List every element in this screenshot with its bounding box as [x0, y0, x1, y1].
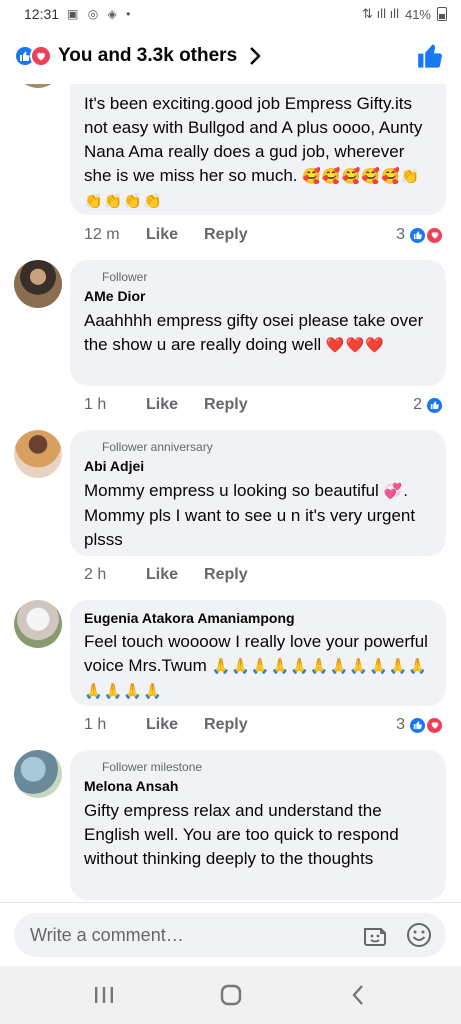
battery-icon	[437, 7, 447, 21]
reaction-icons	[14, 45, 52, 67]
comment-bubble[interactable]: It's been exciting.good job Empress Gift…	[70, 84, 446, 215]
reply-button[interactable]: Reply	[204, 566, 248, 584]
love-reaction-icon	[425, 225, 444, 245]
commenter-name[interactable]: Melona Ansah	[84, 778, 432, 794]
comment-actions: 12 m Like Reply 3	[84, 224, 444, 246]
status-bar: 12:31 ▣ ◎ ◈ • ⇅ ıll ıll 41%	[0, 0, 461, 28]
like-button[interactable]: Like	[146, 566, 178, 584]
love-reaction-icon	[30, 45, 52, 67]
recent-apps-icon[interactable]	[84, 975, 124, 1015]
reply-button[interactable]: Reply	[204, 396, 248, 414]
commenter-name[interactable]: AMe Dior	[84, 288, 432, 304]
reaction-count-value: 2	[413, 396, 422, 413]
sticker-icon[interactable]	[360, 920, 390, 950]
love-reaction-icon	[425, 715, 444, 735]
avatar[interactable]	[14, 430, 62, 478]
comment-bubble[interactable]: Follower AMe Dior Aaahhhh empress gifty …	[70, 260, 446, 386]
comment-emoji: 💞	[383, 483, 404, 500]
reaction-count[interactable]: 3	[396, 715, 444, 735]
comment-bubble[interactable]: Follower anniversary Abi Adjei Mommy emp…	[70, 430, 446, 556]
comment-actions: 1 h Like Reply 3	[84, 714, 444, 736]
comment-bubble[interactable]: Follower milestone Melona Ansah Gifty em…	[70, 750, 446, 900]
signal-icon: ⇅ ıll ıll	[362, 6, 399, 21]
reaction-count-value: 3	[396, 226, 405, 243]
comments-feed[interactable]: It's been exciting.good job Empress Gift…	[0, 84, 461, 902]
like-reaction-icon	[425, 395, 444, 415]
comment-time: 12 m	[84, 226, 120, 243]
system-nav-bar	[0, 966, 461, 1024]
comment-text: Gifty empress relax and understand the E…	[84, 801, 399, 868]
emoji-icon[interactable]	[404, 920, 434, 950]
notification-icons: ▣ ◎ ◈ •	[67, 7, 134, 21]
avatar[interactable]	[14, 84, 62, 88]
thumbs-up-icon[interactable]	[415, 40, 447, 72]
comment-time: 1 h	[84, 396, 107, 413]
reaction-count[interactable]: 2	[413, 395, 444, 415]
comment-emoji: ❤️❤️❤️	[325, 337, 385, 354]
like-button[interactable]: Like	[146, 716, 178, 734]
status-time: 12:31	[24, 6, 60, 22]
comment-bubble[interactable]: Eugenia Atakora Amaniampong Feel touch w…	[70, 600, 446, 706]
commenter-name[interactable]: Eugenia Atakora Amaniampong	[84, 610, 432, 626]
comment-actions: 1 h Like Reply 2	[84, 394, 444, 416]
battery-percent: 41%	[404, 6, 431, 22]
chevron-right-icon[interactable]	[249, 47, 263, 65]
avatar[interactable]	[14, 260, 62, 308]
comment-actions: 2 h Like Reply	[84, 564, 444, 586]
follower-badge: Follower	[102, 270, 148, 284]
reply-button[interactable]: Reply	[204, 716, 248, 734]
status-right: ⇅ ıll ıll 41%	[362, 6, 447, 22]
comment-input[interactable]: Write a comment…	[14, 913, 446, 957]
avatar[interactable]	[14, 600, 62, 648]
like-button[interactable]: Like	[146, 396, 178, 414]
home-icon[interactable]	[211, 975, 251, 1015]
reactions-header[interactable]: You and 3.3k others	[0, 28, 461, 84]
comment-time: 2 h	[84, 566, 107, 583]
commenter-name[interactable]: Abi Adjei	[84, 458, 432, 474]
like-button[interactable]: Like	[146, 226, 178, 244]
reaction-count[interactable]: 3	[396, 225, 444, 245]
reply-button[interactable]: Reply	[204, 226, 248, 244]
avatar[interactable]	[14, 750, 62, 798]
comment-time: 1 h	[84, 716, 107, 733]
comment-text: Mommy empress u looking so beautiful	[84, 481, 379, 500]
comment-composer: Write a comment…	[0, 902, 461, 966]
reaction-count-value: 3	[396, 716, 405, 733]
follower-badge: Follower milestone	[102, 760, 203, 774]
reactions-summary[interactable]: You and 3.3k others	[58, 45, 237, 67]
follower-badge: Follower anniversary	[102, 440, 213, 454]
comment-input-placeholder: Write a comment…	[30, 924, 184, 945]
back-icon[interactable]	[338, 975, 378, 1015]
